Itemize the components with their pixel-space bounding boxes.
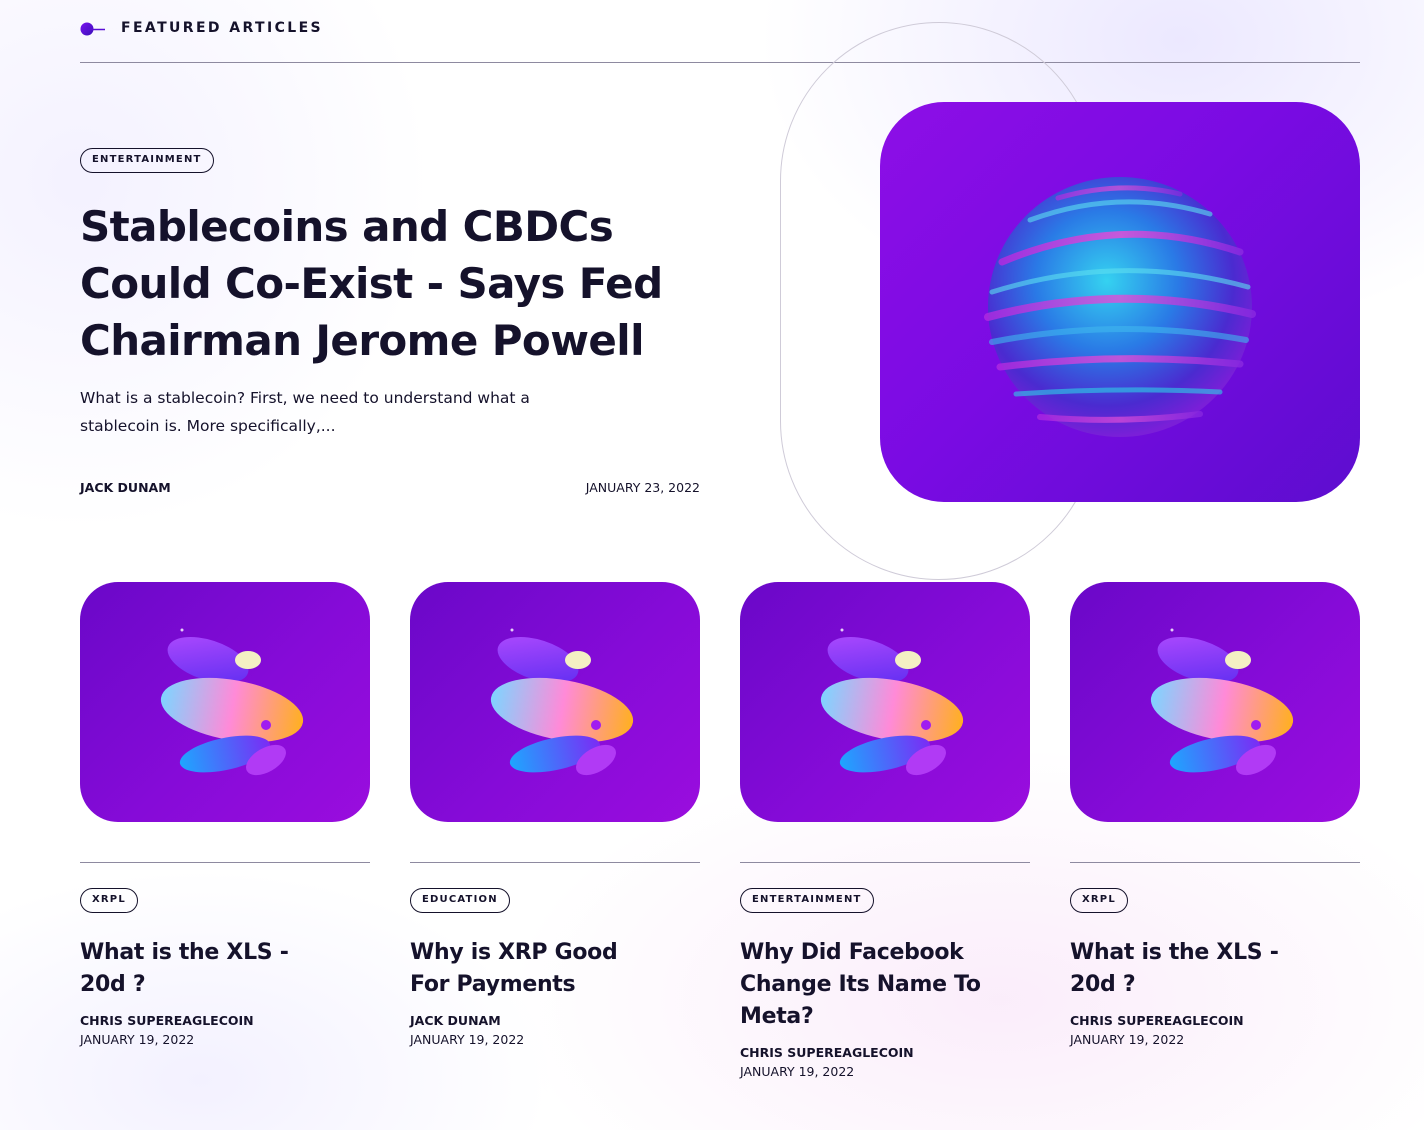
card-divider bbox=[740, 862, 1030, 863]
featured-article-author[interactable]: JACK DUNAM bbox=[80, 480, 171, 495]
article-date: JANUARY 19, 2022 bbox=[80, 1032, 195, 1047]
article-title[interactable]: Why is XRP Good For Payments bbox=[410, 937, 660, 1001]
article-card: XRPL What is the XLS - 20d ? CHRIS SUPER… bbox=[80, 582, 370, 1047]
article-category-tag[interactable]: ENTERTAINMENT bbox=[740, 888, 874, 913]
section-header: FEATURED ARTICLES bbox=[80, 18, 1360, 63]
card-divider bbox=[410, 862, 700, 863]
featured-article-title[interactable]: Stablecoins and CBDCs Could Co-Exist - S… bbox=[80, 198, 720, 369]
abstract-shapes-illustration bbox=[490, 628, 634, 776]
article-title[interactable]: What is the XLS - 20d ? bbox=[1070, 937, 1320, 1001]
abstract-shapes-illustration bbox=[160, 628, 304, 776]
article-category-tag[interactable]: EDUCATION bbox=[410, 888, 510, 913]
article-card: EDUCATION Why is XRP Good For Payments J… bbox=[410, 582, 700, 1047]
featured-category-tag[interactable]: ENTERTAINMENT bbox=[80, 148, 214, 173]
article-card: XRPL What is the XLS - 20d ? CHRIS SUPER… bbox=[1070, 582, 1360, 1047]
article-card-image[interactable] bbox=[410, 582, 700, 822]
featured-article-date: JANUARY 23, 2022 bbox=[585, 480, 700, 495]
article-author[interactable]: CHRIS SUPEREAGLECOIN bbox=[80, 1013, 370, 1028]
article-title[interactable]: What is the XLS - 20d ? bbox=[80, 937, 330, 1001]
article-date: JANUARY 19, 2022 bbox=[410, 1032, 525, 1047]
abstract-shapes-illustration bbox=[1150, 628, 1294, 776]
article-card-image[interactable] bbox=[1070, 582, 1360, 822]
card-divider bbox=[80, 862, 370, 863]
article-category-tag[interactable]: XRPL bbox=[1070, 888, 1128, 913]
article-date: JANUARY 19, 2022 bbox=[1070, 1032, 1185, 1047]
card-divider bbox=[1070, 862, 1360, 863]
article-card-image[interactable] bbox=[80, 582, 370, 822]
abstract-shapes-illustration bbox=[820, 628, 964, 776]
iridescent-sphere-illustration bbox=[984, 177, 1256, 437]
article-card-image[interactable] bbox=[740, 582, 1030, 822]
article-author[interactable]: JACK DUNAM bbox=[410, 1013, 700, 1028]
section-title: FEATURED ARTICLES bbox=[121, 20, 324, 36]
article-title[interactable]: Why Did Facebook Change Its Name To Meta… bbox=[740, 937, 990, 1033]
featured-article-excerpt: What is a stablecoin? First, we need to … bbox=[80, 389, 530, 435]
article-author[interactable]: CHRIS SUPEREAGLECOIN bbox=[740, 1045, 1030, 1060]
article-card: ENTERTAINMENT Why Did Facebook Change It… bbox=[740, 582, 1030, 1079]
article-category-tag[interactable]: XRPL bbox=[80, 888, 138, 913]
article-author[interactable]: CHRIS SUPEREAGLECOIN bbox=[1070, 1013, 1360, 1028]
planet-orbit-icon bbox=[80, 22, 105, 36]
article-date: JANUARY 19, 2022 bbox=[740, 1064, 855, 1079]
featured-article-image[interactable] bbox=[880, 102, 1360, 502]
